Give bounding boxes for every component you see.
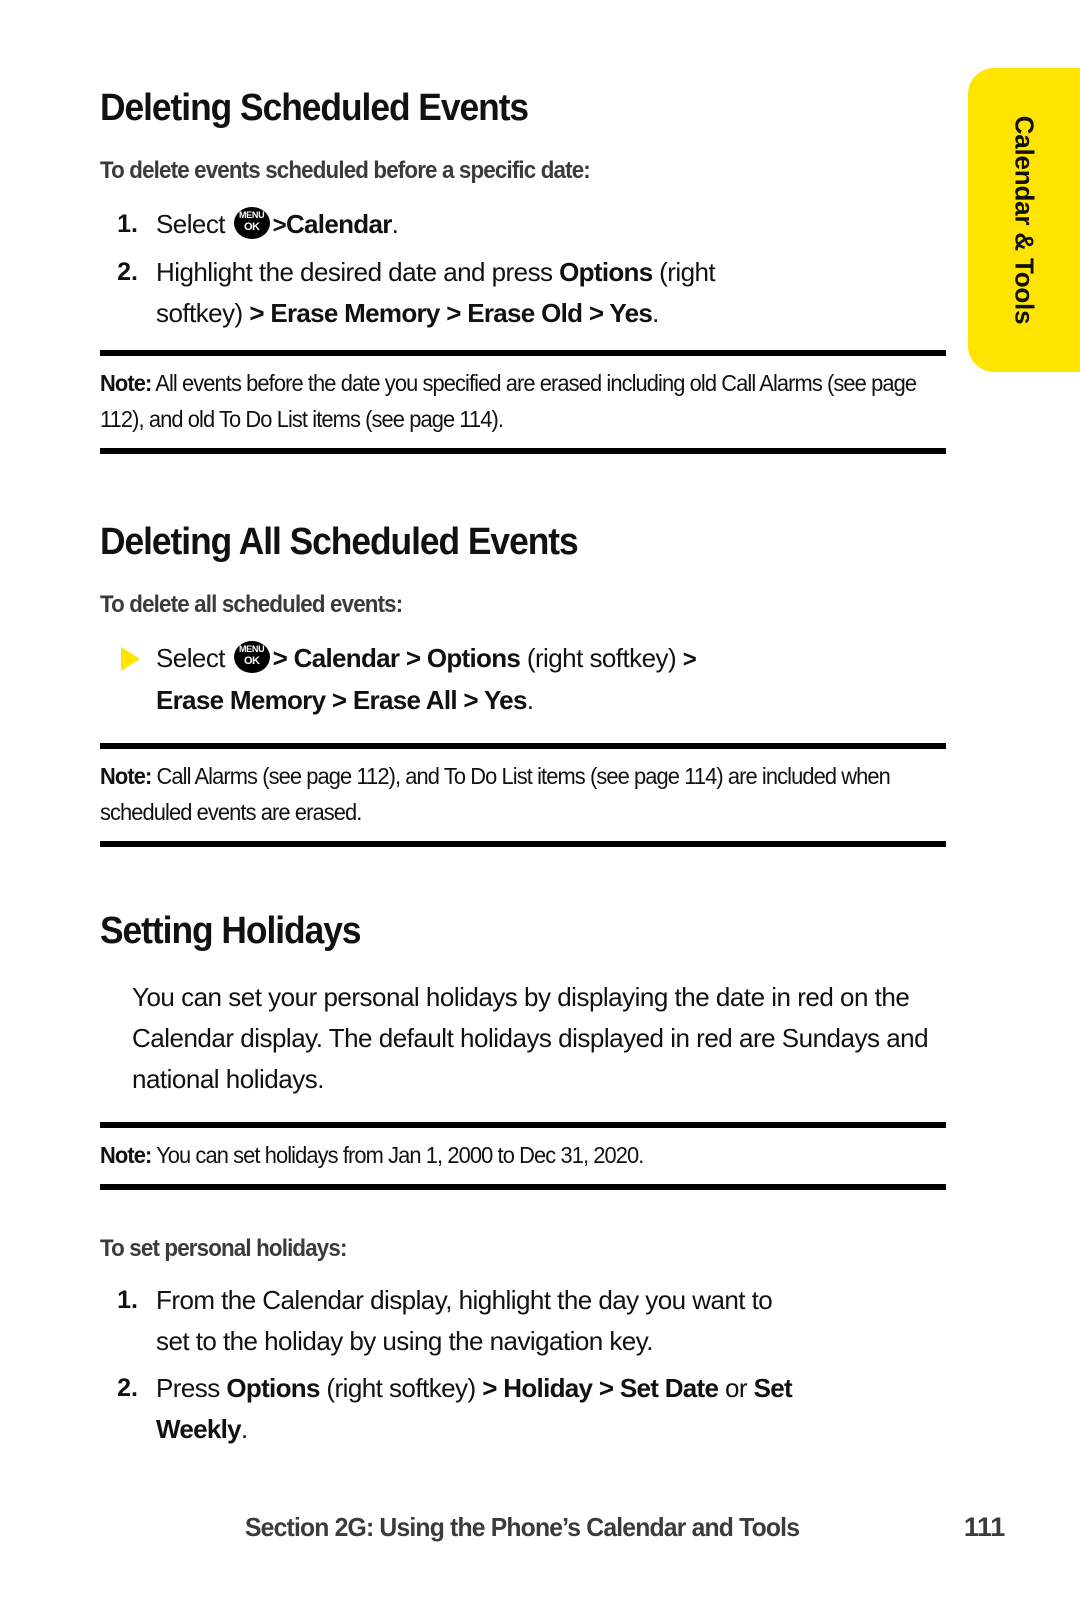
step-text-line2-tail: . xyxy=(526,685,534,715)
note-label: Note: xyxy=(100,763,152,789)
step-text: Select MENU OK > Calendar > Options (right… xyxy=(156,638,946,721)
manual-page: Calendar & Tools Deleting Scheduled Even… xyxy=(0,0,1080,1620)
step-number: 1. xyxy=(117,1286,138,1314)
step-text-line2-tail: . xyxy=(652,298,659,328)
step-text-bold-end: Set xyxy=(753,1373,793,1403)
section-title-deleting-all-scheduled-events: Deleting All Scheduled Events xyxy=(100,521,579,563)
chevron-icon: > xyxy=(272,212,287,239)
section-title-deleting-scheduled-events: Deleting Scheduled Events xyxy=(100,87,529,129)
menu-ok-key-icon: MENU OK xyxy=(233,207,270,239)
note-block-holiday-range: Note: You can set holidays from Jan 1, 2… xyxy=(100,1122,946,1190)
step-text-pre: Select xyxy=(156,209,232,239)
step-number: 1. xyxy=(117,210,138,238)
page-footer: Section 2G: Using the Phone’s Calendar a… xyxy=(245,1512,1005,1543)
menu-ok-key-bottom-label: OK xyxy=(243,655,260,667)
step-text: Select MENU OK >Calendar. xyxy=(156,204,946,246)
step-text-tail: . xyxy=(391,209,399,239)
note-text: Note: You can set holidays from Jan 1, 2… xyxy=(100,1137,944,1173)
triangle-bullet-icon xyxy=(100,638,156,679)
step-text-plain-3: or xyxy=(718,1373,754,1403)
step-number: 2. xyxy=(117,258,138,286)
chevron-icon: > xyxy=(682,646,697,673)
steps-list-delete-all-events: Select MENU OK > Calendar > Options (right… xyxy=(100,638,946,721)
note-text: Note: Call Alarms (see page 112), and To… xyxy=(100,758,944,830)
step-text-bold: Options xyxy=(559,257,653,287)
steps-list-set-personal-holidays: 1. From the Calendar display, highlight … xyxy=(100,1280,946,1450)
side-tab-calendar-and-tools: Calendar & Tools xyxy=(968,68,1080,372)
menu-ok-key-bottom-label: OK xyxy=(243,221,260,233)
step-text-line2-pre: softkey) xyxy=(156,298,250,328)
step-text-line2-bold: Weekly xyxy=(156,1414,242,1444)
subhead-delete-all-events: To delete all scheduled events: xyxy=(100,591,403,618)
step-number: 2. xyxy=(117,1374,138,1402)
step-text-tail: (right xyxy=(652,257,716,287)
note-body: All events before the date you specified… xyxy=(100,370,917,432)
note-text: Note: All events before the date you spe… xyxy=(100,365,944,437)
step-text-line2-bold: Erase Memory > Erase All > Yes xyxy=(156,685,527,715)
list-item: 1. From the Calendar display, highlight … xyxy=(100,1280,946,1362)
paragraph-setting-holidays: You can set your personal holidays by di… xyxy=(132,982,929,1094)
list-item: Select MENU OK > Calendar > Options (right… xyxy=(100,638,946,721)
list-item: 1. Select MENU OK >Calendar. xyxy=(100,204,946,246)
subhead-delete-before-date: To delete events scheduled before a spec… xyxy=(100,157,591,184)
step-text-line1: From the Calendar display, highlight the… xyxy=(156,1285,773,1315)
step-text-plain-2: (right softkey) xyxy=(520,643,683,673)
list-item: 2. Press Options (right softkey) > Holid… xyxy=(100,1368,946,1450)
step-text-bold-chain: > Holiday > Set Date xyxy=(482,1373,719,1403)
step-text-line2-bold: > Erase Memory > Erase Old > Yes xyxy=(249,298,653,328)
step-text-line2: set to the holiday by using the navigati… xyxy=(156,1326,653,1356)
step-text-plain-2: (right softkey) xyxy=(319,1373,483,1403)
subhead-set-personal-holidays: To set personal holidays: xyxy=(100,1235,347,1262)
side-tab-label: Calendar & Tools xyxy=(1009,115,1040,325)
step-text: From the Calendar display, highlight the… xyxy=(156,1280,946,1362)
step-text-bold: Calendar xyxy=(285,209,392,239)
footer-page-number: 111 xyxy=(963,1512,1005,1542)
page-content: Deleting Scheduled Events To delete even… xyxy=(100,0,946,1456)
note-body: Call Alarms (see page 112), and To Do Li… xyxy=(100,763,891,825)
list-item: 2. Highlight the desired date and press … xyxy=(100,252,946,334)
step-text-bold-chain: > Calendar > Options xyxy=(272,643,521,673)
note-block-delete-all-events: Note: Call Alarms (see page 112), and To… xyxy=(100,743,946,847)
note-body: You can set holidays from Jan 1, 2000 to… xyxy=(151,1142,644,1168)
note-label: Note: xyxy=(100,370,152,396)
menu-ok-key-top-label: MENU xyxy=(238,210,265,220)
menu-ok-key-icon: MENU OK xyxy=(233,641,270,673)
step-text-pre: Select xyxy=(156,643,232,673)
step-text-pre: Press xyxy=(156,1373,227,1403)
step-text-bold: Options xyxy=(226,1373,320,1403)
step-text: Highlight the desired date and press Opt… xyxy=(156,252,946,334)
note-label: Note: xyxy=(100,1142,152,1168)
note-block-delete-before-date: Note: All events before the date you spe… xyxy=(100,350,946,454)
step-text-pre: Highlight the desired date and press xyxy=(156,257,560,287)
step-text: Press Options (right softkey) > Holiday … xyxy=(156,1368,946,1450)
steps-list-delete-before-date: 1. Select MENU OK >Calendar. 2. Highlight … xyxy=(100,204,946,334)
section-title-setting-holidays: Setting Holidays xyxy=(100,910,362,952)
footer-section-title: Section 2G: Using the Phone’s Calendar a… xyxy=(245,1512,800,1542)
menu-ok-key-top-label: MENU xyxy=(238,644,265,654)
step-text-line2-tail: . xyxy=(240,1414,248,1444)
